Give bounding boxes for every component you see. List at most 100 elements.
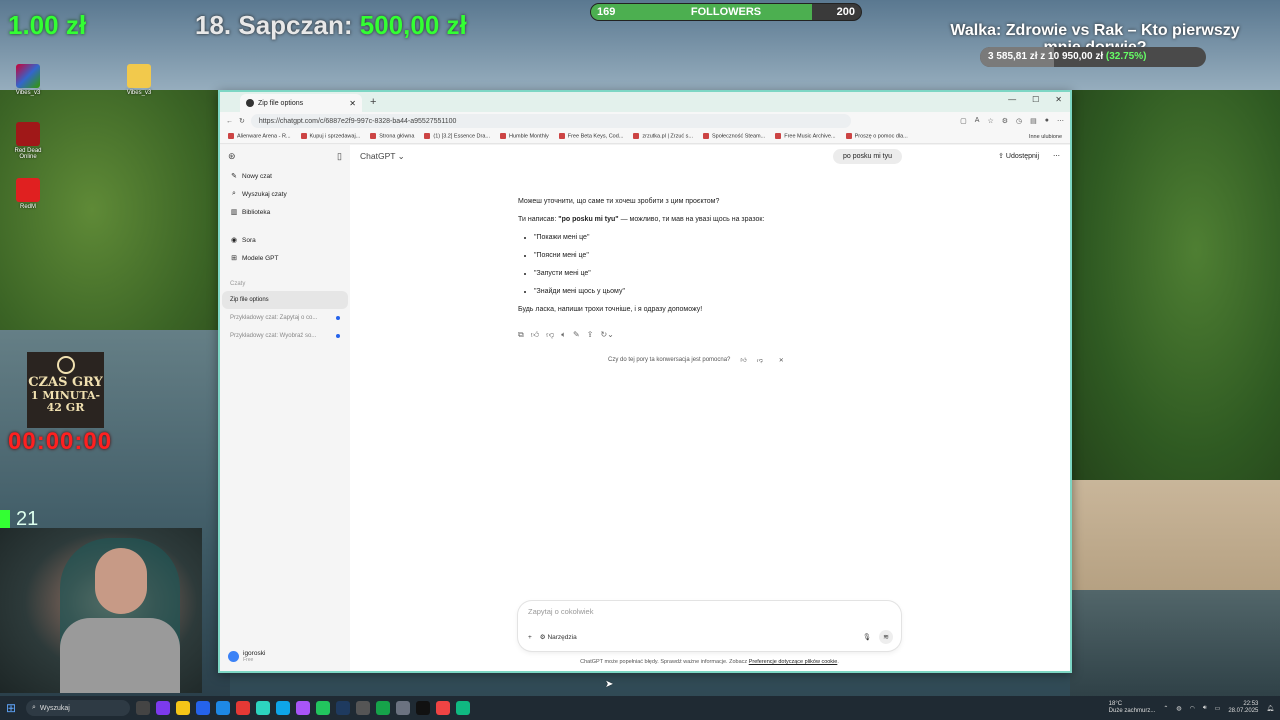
outlook-icon[interactable] [216,701,230,715]
prompt-input[interactable] [528,607,828,616]
url-field[interactable]: https://chatgpt.com/c/6887e2f9-997c-8328… [250,114,851,128]
back-icon[interactable]: ← [226,118,233,125]
volume-icon[interactable]: 🔊︎ [1203,705,1207,712]
chat-item-zip-file-options[interactable]: Zip file options [222,291,348,309]
share-button[interactable]: ⇪ Udostępnij [998,152,1039,160]
more-icon[interactable]: ⋯ [1057,117,1064,125]
close-window-icon[interactable]: ✕ [1055,95,1062,104]
taskbar-search[interactable]: ⌕ Wyszukaj [26,700,130,716]
composer-toolbar: + ⚙ Narzędzia 🎙︎ ≋ [528,630,893,644]
chatgpt-favicon [246,99,254,107]
start-button-icon[interactable]: ⊞ [6,701,20,715]
thumbs-down-icon[interactable]: 👎︎ [546,330,554,340]
tools-button[interactable]: ⚙ Narzędzia [540,633,577,641]
copilot-icon[interactable] [156,701,170,715]
bookmark[interactable]: Proszę o pomoc dla... [846,133,908,140]
edit-canvas-icon[interactable]: ✎ [573,330,580,340]
profile-icon[interactable]: ● [1045,117,1049,125]
steam-icon[interactable] [336,701,350,715]
minimize-icon[interactable]: — [1008,95,1016,104]
bookmark[interactable]: Alienware Arena - R... [228,133,291,140]
openai-logo-icon[interactable]: ⊛ [228,151,236,162]
feedback-thumbs-down-icon[interactable]: 👎︎ [757,356,763,364]
sidebar-toggle-icon[interactable]: ▯ [337,151,342,162]
bookmark[interactable]: Free Beta Keys, Cod... [559,133,624,140]
user-profile[interactable]: igoroski Free [228,650,265,663]
spotify-icon[interactable] [316,701,330,715]
webcam-person-head [95,548,147,614]
xbox-icon[interactable] [376,701,390,715]
browser-tab[interactable]: Zip file options ✕ [240,94,362,112]
youtube-icon[interactable] [236,701,250,715]
chat-item-example-1[interactable]: Przykładowy czat: Zapytaj o co... [220,309,350,327]
cookie-preferences-link[interactable]: Preferencje dotyczące plików cookie [749,659,838,665]
desktop-icon-redm[interactable]: RedM [8,178,48,210]
close-tab-icon[interactable]: ✕ [349,99,356,108]
answer-intro: Можеш уточнити, що саме ти хочеш зробити… [518,198,720,205]
composer-right: 🎙︎ ≋ [863,630,893,644]
feedback-thumbs-up-icon[interactable]: 👍︎ [740,356,746,364]
header-actions: ⇪ Udostępnij ⋯ [998,152,1060,160]
bookmark[interactable]: Strona główna [370,133,414,140]
reader-icon[interactable]: ▢ [960,117,967,125]
sidebar-item-new-chat[interactable]: ✎ Nowy czat [220,167,350,185]
model-selector[interactable]: ChatGPT ⌄ [360,151,405,162]
network-icon[interactable]: ◍ [1176,705,1181,712]
bookmark[interactable]: Free Music Archive... [775,133,835,140]
translate-icon[interactable]: A [975,117,980,125]
more-options-icon[interactable]: ⋯ [1053,152,1060,160]
sidebar-item-sora[interactable]: ◉ Sora [220,231,350,249]
taskbar-clock[interactable]: 22:53 28.07.2025 [1228,701,1258,715]
other-bookmarks[interactable]: Inne ulubione [1029,134,1062,140]
share-message-icon[interactable]: ⇪ [587,330,594,340]
vscode-icon[interactable] [276,701,290,715]
refresh-icon[interactable]: ↻ [239,117,245,125]
bookmark[interactable]: zrzutka.pl | Zrzuć s... [633,133,693,140]
bookmark[interactable]: Kupuj i sprzedawaj... [301,133,361,140]
discord-icon[interactable] [296,701,310,715]
unread-dot [336,316,340,320]
chat-item-example-2[interactable]: Przykładowy czat: Wyobraź so... [220,327,350,345]
history-icon[interactable]: ◷ [1016,117,1022,125]
bookmark[interactable]: Społeczność Steam... [703,133,765,140]
copy-icon[interactable]: ⧉ [518,330,524,340]
microphone-icon[interactable]: 🎙︎ [863,633,871,641]
read-aloud-icon[interactable]: 🔈︎ [561,330,566,340]
tray-chevron-icon[interactable]: ⌃ [1163,705,1168,712]
notification-icon[interactable]: 🔔︎ [1266,705,1274,712]
desktop-icon-winrar[interactable]: Vibes_v3 [8,64,48,96]
close-feedback-icon[interactable]: ✕ [779,357,784,364]
new-tab-icon[interactable]: + [370,96,376,108]
share-icon: ⇪ [998,153,1004,160]
collections-icon[interactable]: ▤ [1030,117,1037,125]
battery-icon[interactable]: ▭ [1215,705,1221,712]
extension-icon[interactable]: ⚙ [1002,117,1008,125]
desktop-icon-folder[interactable]: Vibes_v3 [119,64,159,96]
task-view-icon[interactable] [136,701,150,715]
sidebar-item-search[interactable]: ⌕ Wyszukaj czaty [220,185,350,203]
voice-mode-button[interactable]: ≋ [879,630,893,644]
regenerate-icon[interactable]: ↻⌄ [600,330,613,340]
settings-icon[interactable] [396,701,410,715]
counter-marker [0,509,10,530]
maximize-icon[interactable]: ☐ [1032,95,1039,104]
store-icon[interactable] [196,701,210,715]
wifi-icon[interactable]: ◠ [1190,705,1195,712]
weather-widget[interactable]: 18°C Duże zachmurz... [1109,701,1156,715]
thumbs-up-icon[interactable]: 👍︎ [531,330,539,340]
bookmark[interactable]: (1) [3.2] Essence Dra... [424,133,490,140]
opera-icon[interactable] [436,701,450,715]
notepad-icon[interactable] [356,701,370,715]
sidebar-item-gpts[interactable]: ⊞ Modele GPT [220,249,350,267]
edge-icon[interactable] [256,701,270,715]
bookmark[interactable]: Humble Monthly [500,133,549,140]
folder-icon [127,64,151,88]
file-explorer-icon[interactable] [176,701,190,715]
favorite-icon[interactable]: ☆ [987,117,993,125]
sidebar-item-library[interactable]: ▥ Biblioteka [220,203,350,221]
obs-icon[interactable] [416,701,430,715]
desktop-icon-red-dead-online[interactable]: Red Dead Online [8,122,48,160]
add-attachment-icon[interactable]: + [528,634,532,641]
bookmarks-bar: Alienware Arena - R... Kupuj i sprzedawa… [220,130,1070,144]
app-icon[interactable] [456,701,470,715]
